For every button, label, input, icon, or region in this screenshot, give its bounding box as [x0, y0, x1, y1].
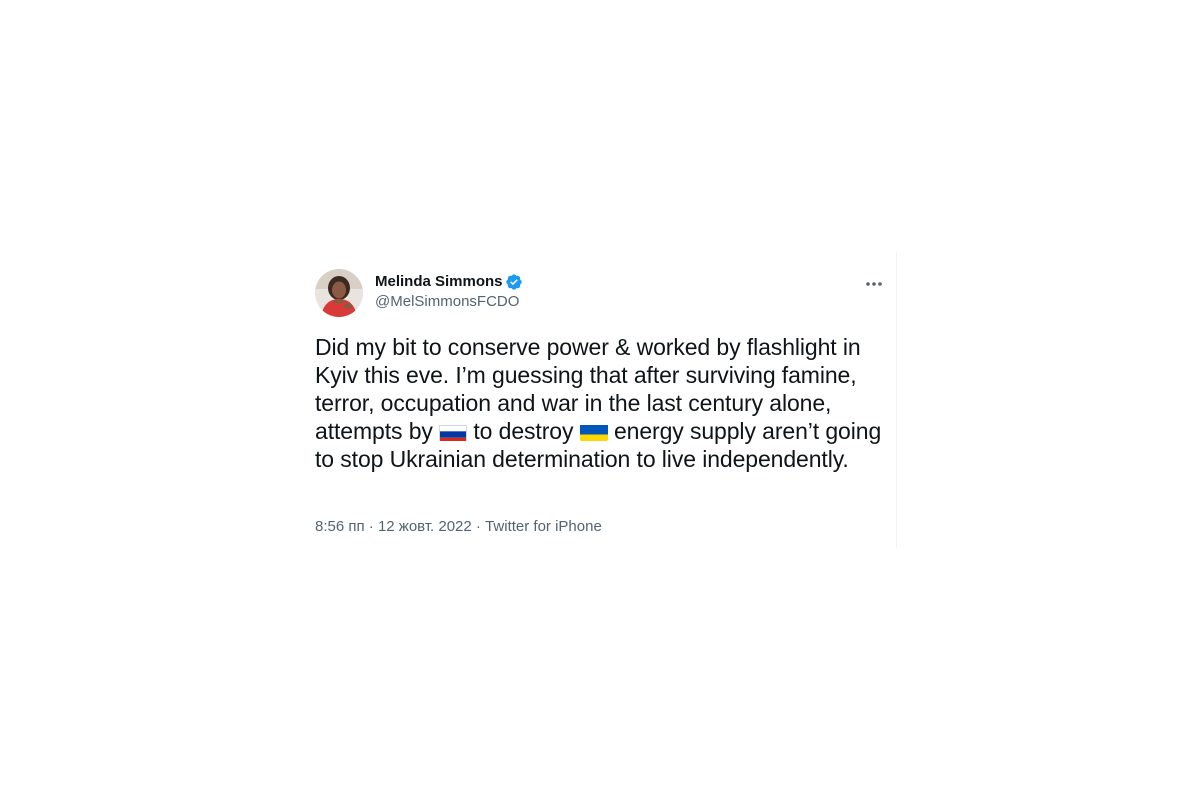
ukraine-flag-icon	[579, 422, 608, 441]
tweet-card: Melinda Simmons @MelSimmonsFCDO Did my b…	[298, 252, 897, 548]
tweet-meta: 8:56 пп · 12 жовт. 2022 · Twitter for iP…	[315, 517, 602, 537]
page: Melinda Simmons @MelSimmonsFCDO Did my b…	[0, 0, 1200, 800]
tweet-text-part-2: to destroy	[467, 418, 580, 444]
display-name-row: Melinda Simmons	[375, 272, 523, 292]
tweet-source[interactable]: Twitter for iPhone	[485, 518, 602, 535]
tweet-date[interactable]: 12 жовт. 2022	[378, 518, 472, 535]
avatar[interactable]	[315, 269, 363, 317]
meta-separator: ·	[471, 518, 486, 535]
author-info: Melinda Simmons @MelSimmonsFCDO	[375, 272, 523, 312]
meta-separator: ·	[364, 518, 378, 535]
tweet-header: Melinda Simmons @MelSimmonsFCDO	[315, 268, 885, 318]
author-display-name[interactable]: Melinda Simmons	[375, 272, 503, 292]
more-options-button[interactable]	[863, 274, 885, 294]
russia-flag-icon	[439, 422, 468, 441]
more-options-icon	[866, 282, 882, 286]
verified-badge-icon[interactable]	[505, 273, 523, 291]
tweet-time[interactable]: 8:56 пп	[315, 518, 365, 535]
tweet-text: Did my bit to conserve power & worked by…	[315, 333, 885, 473]
avatar-image	[315, 269, 363, 317]
author-handle[interactable]: @MelSimmonsFCDO	[375, 292, 523, 312]
